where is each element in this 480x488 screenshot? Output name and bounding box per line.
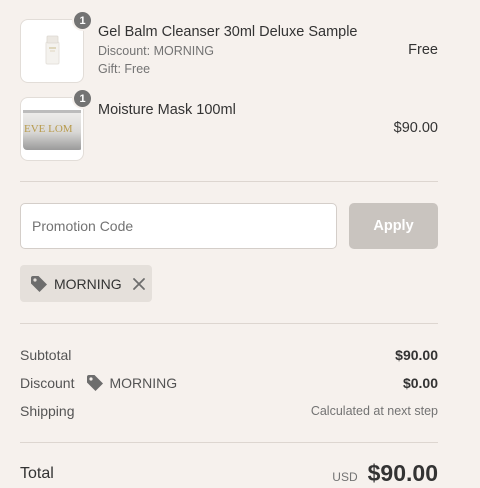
discount-label: Discount — [20, 375, 75, 391]
currency-code: USD — [332, 470, 358, 484]
tag-icon — [30, 275, 48, 293]
product-title: Moisture Mask 100ml — [98, 102, 236, 118]
product-price: $90.00 — [393, 120, 438, 136]
product-price: Free — [408, 42, 438, 58]
brand-logo-text: EVE LOM — [24, 123, 73, 135]
cart-item-moisture-mask: EVE LOM 1 Moisture Mask 100ml $90.00 — [20, 88, 438, 161]
tag-icon — [86, 374, 104, 392]
applied-discount-code: MORNING — [54, 275, 122, 292]
product-gift: Gift: Free — [98, 62, 151, 76]
discount-value: $0.00 — [402, 375, 438, 391]
subtotal-value: $90.00 — [395, 347, 438, 363]
product-image: EVE LOM — [23, 100, 81, 158]
quantity-badge: 1 — [72, 10, 93, 31]
product-thumbnail: 1 — [20, 10, 93, 83]
shipping-row: Shipping Calculated at next step — [20, 401, 438, 421]
promotion-code-input[interactable] — [20, 203, 337, 249]
cart-item-gel-balm-cleanser: 1 Gel Balm Cleanser 30ml Deluxe Sample D… — [20, 10, 438, 83]
divider — [20, 323, 438, 324]
applied-discount-tag: MORNING — [20, 265, 152, 302]
product-discount: Discount: MORNING — [98, 44, 214, 58]
discount-row: Discount MORNING $0.00 — [20, 373, 438, 393]
total-row: Total USD $90.00 — [20, 460, 438, 487]
product-image — [23, 22, 81, 80]
product-title: Gel Balm Cleanser 30ml Deluxe Sample — [98, 24, 358, 40]
apply-button[interactable]: Apply — [349, 203, 438, 249]
divider — [20, 181, 438, 182]
total-label: Total — [20, 464, 54, 482]
shipping-label: Shipping — [20, 403, 75, 419]
subtotal-label: Subtotal — [20, 347, 72, 363]
close-icon[interactable] — [132, 277, 146, 291]
product-thumbnail: EVE LOM 1 — [20, 88, 93, 161]
subtotal-row: Subtotal $90.00 — [20, 345, 438, 365]
shipping-value: Calculated at next step — [310, 404, 438, 418]
discount-code: MORNING — [109, 375, 178, 391]
total-amount: $90.00 — [367, 460, 438, 486]
divider — [20, 442, 438, 443]
quantity-badge: 1 — [72, 88, 93, 109]
